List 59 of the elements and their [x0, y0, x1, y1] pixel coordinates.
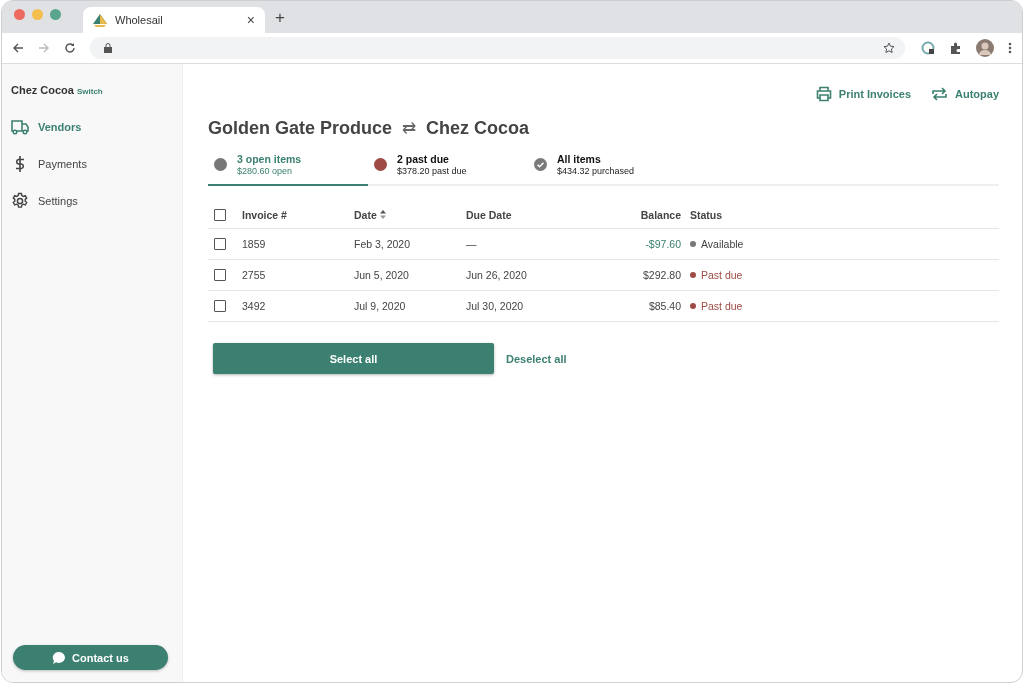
table-cell: Jun 5, 2020 [354, 259, 466, 291]
repeat-icon [931, 86, 948, 102]
deselect-all-link[interactable]: Deselect all [506, 352, 567, 365]
table-cell: 2755 [242, 259, 354, 291]
action-link[interactable]: Print Invoices [815, 86, 911, 102]
column-header[interactable]: Date [354, 202, 466, 229]
table-cell: $85.40 [566, 290, 690, 322]
status-text: Past due [701, 269, 743, 281]
status-text: Past due [701, 300, 743, 312]
switch-link[interactable]: Switch [76, 87, 103, 96]
close-tab-button[interactable]: × [246, 12, 255, 28]
table-cell: Jun 26, 2020 [466, 259, 566, 291]
star-icon[interactable] [883, 42, 895, 54]
column-header: Balance [566, 202, 690, 229]
column-header: Invoice # [242, 202, 354, 229]
gear-icon [11, 191, 29, 210]
more-menu-icon[interactable] [1008, 42, 1012, 54]
table-cell: Jul 9, 2020 [354, 290, 466, 322]
browser-tab[interactable]: Wholesail × [83, 7, 265, 33]
avatar-icon[interactable] [976, 39, 994, 57]
table-cell: Feb 3, 2020 [354, 228, 466, 260]
nav-item[interactable]: Payments [11, 145, 182, 182]
nav-item[interactable]: Vendors [11, 108, 182, 145]
printer-icon [815, 86, 832, 102]
summary-tab[interactable]: All items $434.32 purchased [528, 153, 688, 186]
table-cell: -$97.60 [566, 228, 690, 260]
sail-logo-icon [93, 13, 107, 27]
row-checkbox[interactable] [214, 300, 226, 312]
table-cell: 1859 [242, 228, 354, 260]
select-all-button[interactable]: Select all [213, 343, 494, 374]
lock-icon [104, 43, 112, 53]
summary-tab[interactable]: 2 past due $378.20 past due [368, 153, 528, 186]
nav-item[interactable]: Settings [11, 182, 182, 219]
action-link[interactable]: Autopay [931, 86, 999, 102]
table-cell: $292.80 [566, 259, 690, 291]
new-tab-button[interactable]: + [265, 8, 295, 33]
exchange-arrows-icon: ⇄ [402, 118, 417, 139]
account-name: Chez Cocoa [11, 84, 74, 96]
truck-icon [11, 118, 29, 135]
summary-tab[interactable]: 3 open items $280.60 open [208, 153, 368, 186]
back-icon[interactable] [12, 42, 24, 54]
table-cell: Jul 30, 2020 [466, 290, 566, 322]
select-all-checkbox[interactable] [214, 209, 226, 221]
column-header: Due Date [466, 202, 566, 229]
table-cell: 3492 [242, 290, 354, 322]
reload-icon[interactable] [64, 42, 76, 54]
extension-icon[interactable] [921, 41, 935, 55]
page-title: Golden Gate Produce [208, 118, 393, 139]
table-cell: — [466, 228, 566, 260]
sort-icon [379, 210, 386, 219]
row-checkbox[interactable] [214, 269, 226, 281]
column-header: Status [690, 202, 999, 229]
tab-title: Wholesail [115, 14, 164, 26]
row-checkbox[interactable] [214, 238, 226, 250]
puzzle-icon[interactable] [949, 41, 962, 55]
status-text: Available [701, 238, 744, 250]
chat-bubble-icon [52, 650, 67, 665]
contact-us-button[interactable]: Contact us [13, 645, 168, 670]
page-title: Chez Cocoa [426, 118, 530, 139]
